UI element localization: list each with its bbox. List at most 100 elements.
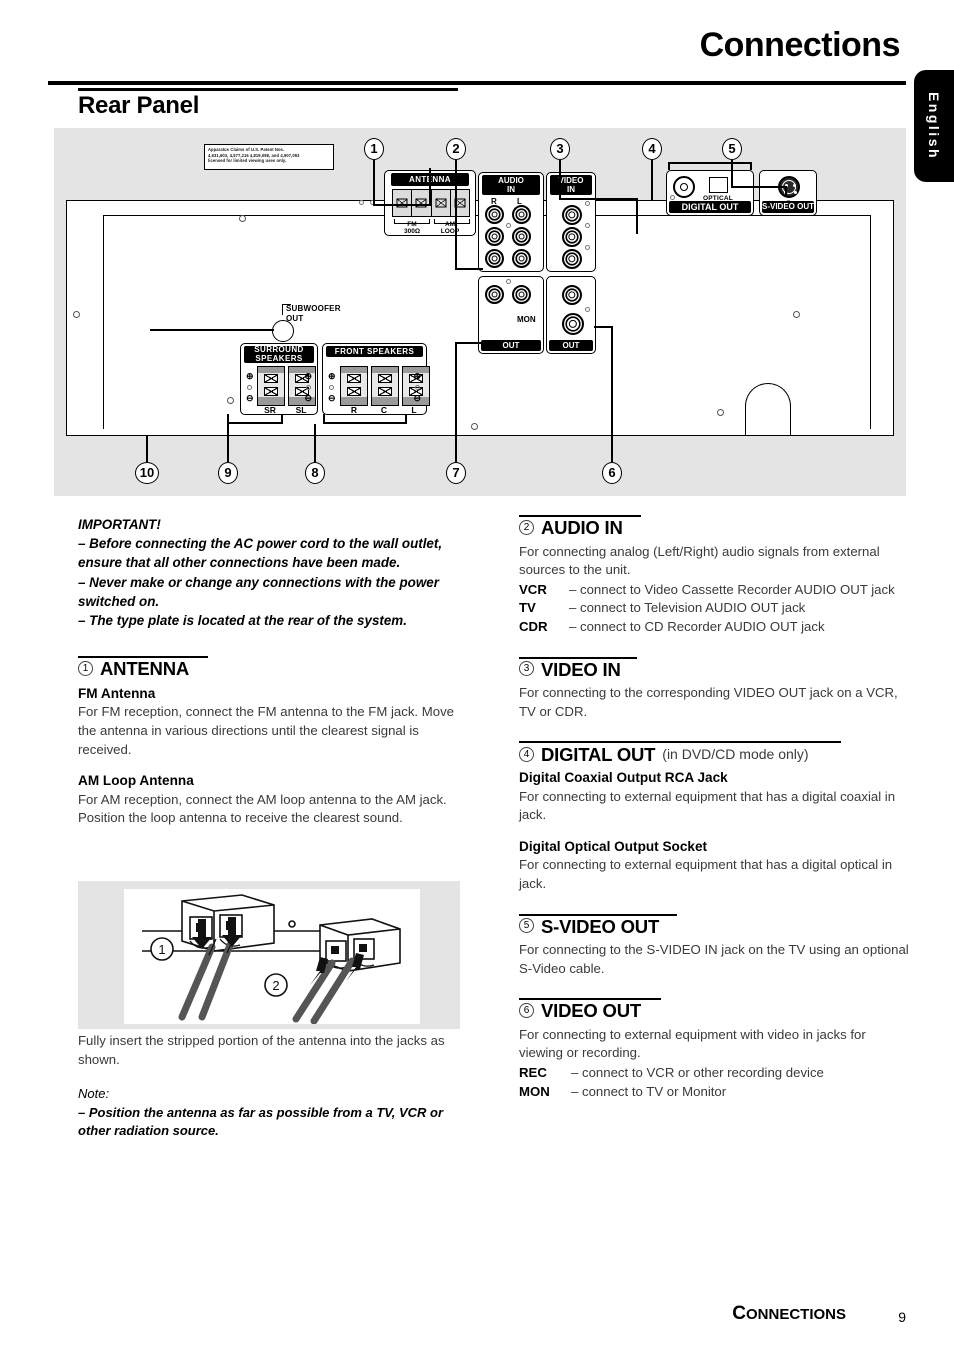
leader-10: [146, 436, 148, 462]
surround-speakers-header: SURROUND SPEAKERS: [244, 345, 314, 363]
rear-panel-diagram: 1 2 3 4 5 FM 300Ω AM LOOP SUBWOOFER OUT …: [54, 128, 906, 496]
left-text-column: IMPORTANT! – Before connecting the AC po…: [78, 515, 460, 828]
section-divider: [78, 88, 458, 91]
audio-in-line1: AUDIO: [498, 176, 524, 185]
speaker-terminal-r: [340, 366, 368, 406]
definition-desc: – connect to TV or Monitor: [571, 1083, 727, 1099]
video-out-definitions: REC – connect to VCR or other recording …: [519, 1064, 911, 1101]
video-out-block: OUT: [546, 276, 596, 354]
leader-1b: [373, 204, 430, 206]
leader-9d: [227, 414, 229, 424]
antenna-labels: FM 300Ω AM LOOP: [392, 219, 470, 235]
digital-out-heading-rule: [519, 741, 841, 744]
audio-in-heading-title: AUDIO IN: [541, 517, 623, 538]
leader-3: [559, 160, 561, 200]
language-tab-label: English: [926, 91, 942, 161]
definition-desc: – connect to VCR or other recording devi…: [571, 1065, 824, 1081]
leader-2: [455, 160, 457, 270]
digital-out-heading-subtitle: (in DVD/CD mode only): [662, 746, 809, 763]
optical-output-body: For connecting to external equipment tha…: [519, 857, 893, 891]
panel-hole: [670, 195, 675, 200]
video-out-footer: OUT: [549, 340, 593, 351]
page-title: Connections: [699, 26, 901, 64]
callout-6: 6: [602, 462, 622, 484]
leader-8c: [323, 414, 325, 424]
antenna-figure-svg: 1 2: [142, 894, 401, 1025]
antenna-terminal: [432, 190, 451, 216]
minus-icon: ⊖: [328, 393, 336, 403]
subwoofer-label-line1: SUBWOOFER: [286, 304, 341, 313]
footer-title-rest: ONNECTIONS: [745, 1306, 846, 1323]
leader-4-bracket-right: [750, 162, 752, 170]
header-divider: [48, 81, 906, 85]
fm-label-line2: 300Ω: [403, 227, 421, 235]
leader-5b: [731, 186, 787, 188]
leader-5c: [785, 186, 787, 196]
s-video-out-heading-title: S-VIDEO OUT: [541, 915, 660, 937]
optical-socket: [709, 177, 728, 193]
plus-icon: ⊕: [413, 371, 421, 381]
s-video-pin: [794, 191, 798, 195]
leader-8: [314, 424, 316, 462]
optical-output-title: Digital Optical Output Socket: [519, 838, 708, 854]
rca-jack-video-mon: [562, 313, 584, 335]
antenna-figure-canvas: 1 2: [124, 889, 420, 1025]
video-out-body: For connecting to external equipment wit…: [519, 1026, 866, 1061]
antenna-heading: 1 ANTENNA: [78, 660, 460, 679]
video-in-body: For connecting to the corresponding VIDE…: [519, 685, 898, 719]
audio-in-heading-number: 2: [519, 519, 534, 535]
callout-5: 5: [722, 138, 742, 160]
minus-icon: ⊖: [413, 393, 421, 403]
antenna-heading-title: ANTENNA: [100, 658, 190, 680]
leader-9c: [281, 414, 283, 424]
video-in-heading: 3 VIDEO IN: [519, 658, 911, 680]
photo-caption-block: Fully insert the stripped portion of the…: [78, 1032, 460, 1141]
leader-4-bracket-top: [668, 162, 752, 164]
audio-in-header: AUDIO IN: [482, 175, 540, 195]
definition-row: TV – connect to Television AUDIO OUT jac…: [519, 599, 911, 618]
coaxial-jack-pin: [680, 183, 688, 191]
antenna-terminals: [392, 189, 470, 217]
digital-out-heading-number: 4: [519, 746, 534, 762]
video-out-row-mon: MON: [517, 315, 536, 324]
subwoofer-tick: [282, 304, 291, 315]
photo-callout-1-text: 1: [158, 942, 165, 957]
am-label: AM LOOP: [434, 221, 466, 235]
manual-page: Connections English Rear Panel 1 2 3 4 5: [0, 0, 954, 1351]
panel-hole: [506, 279, 511, 284]
important-block: IMPORTANT! – Before connecting the AC po…: [78, 515, 460, 630]
screw-hole: [793, 311, 800, 318]
leader-5: [731, 160, 733, 188]
definition-row: REC – connect to VCR or other recording …: [519, 1064, 911, 1083]
footer-title-first: C: [732, 1303, 746, 1324]
audio-in-body: For connecting analog (Left/Right) audio…: [519, 543, 880, 578]
antenna-terminal: [451, 190, 469, 216]
language-tab: English: [914, 70, 954, 182]
footer-page-number: 9: [898, 1309, 906, 1325]
definition-term: MON: [519, 1083, 550, 1099]
s-video-out-heading: 5 S-VIDEO OUT: [519, 915, 911, 937]
callout-8: 8: [305, 462, 325, 484]
rca-jack-video-rec: [562, 285, 582, 305]
important-title: IMPORTANT!: [78, 517, 161, 532]
rca-jack-rec-l: [512, 285, 531, 304]
panel-hole: [506, 223, 511, 228]
front-speakers-block: FRONT SPEAKERS ⊕ ⊖ ⊕ ⊖ R C L: [322, 343, 430, 415]
video-in-heading-title: VIDEO IN: [541, 658, 621, 680]
rca-jack-cdr-l: [512, 249, 531, 268]
panel-hole: [585, 245, 590, 250]
minus-icon: ⊖: [246, 393, 254, 403]
rca-jack-video-tv: [562, 227, 582, 247]
right-text-column: 2 AUDIO IN For connecting analog (Left/R…: [519, 515, 911, 1101]
digital-out-heading-title: DIGITAL OUT: [541, 744, 656, 766]
screw-hole: [471, 423, 478, 430]
leader-8b: [323, 422, 407, 424]
definition-desc: – connect to Television AUDIO OUT jack: [569, 600, 806, 616]
plus-icon: ⊕: [304, 371, 312, 381]
coaxial-jack: [673, 176, 695, 198]
speaker-terminal-c: [371, 366, 399, 406]
antenna-insertion-figure: 1 2: [78, 881, 460, 1029]
leader-1: [373, 160, 375, 206]
coaxial-output-body: For connecting to external equipment tha…: [519, 788, 896, 823]
callout-9: 9: [218, 462, 238, 484]
